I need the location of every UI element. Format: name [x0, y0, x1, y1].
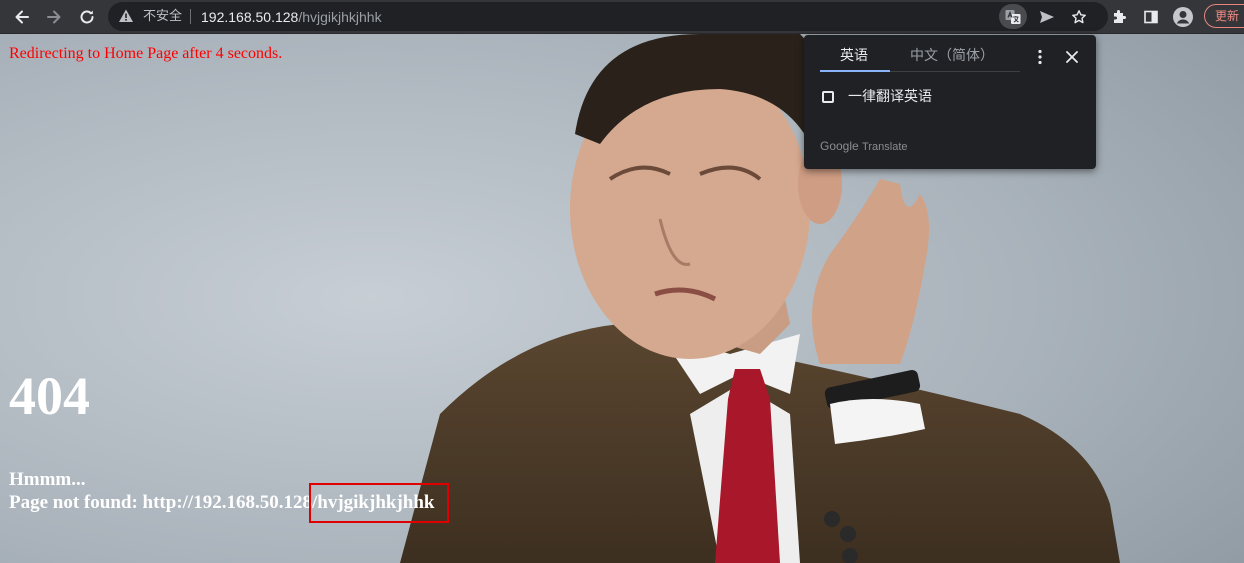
browser-toolbar: 不安全 192.168.50.128/hvjgikjhkjhhk 更新 — [0, 0, 1244, 34]
url-path: /hvjgikjhkjhhk — [298, 9, 382, 25]
google-translate-brand: Google Translate — [820, 139, 908, 154]
omnibox-separator — [190, 9, 191, 24]
update-button[interactable]: 更新 — [1204, 4, 1244, 28]
translate-popup: 英语 中文（简体） 一律翻译英语 Google Translate — [804, 35, 1096, 169]
reload-icon[interactable] — [74, 4, 100, 30]
more-options-icon[interactable] — [1032, 47, 1048, 67]
brand-google: Google — [820, 139, 859, 153]
extensions-icon[interactable] — [1106, 4, 1132, 30]
always-translate-label[interactable]: 一律翻译英语 — [848, 88, 932, 106]
hmmm-text: Hmmm... — [9, 469, 86, 490]
url-text[interactable]: 192.168.50.128/hvjgikjhkjhhk — [201, 9, 382, 25]
profile-icon[interactable] — [1170, 4, 1196, 30]
side-panel-icon[interactable] — [1138, 4, 1164, 30]
send-icon[interactable] — [1037, 7, 1057, 27]
not-found-prefix: Page not found: http://192.168.50.128/ — [9, 492, 318, 513]
close-icon[interactable] — [1062, 47, 1082, 67]
translate-icon[interactable] — [999, 4, 1027, 29]
tab-chinese-simplified[interactable]: 中文（简体） — [910, 47, 994, 65]
redirect-message: Redirecting to Home Page after 4 seconds… — [9, 45, 283, 62]
error-code-heading: 404 — [9, 366, 90, 426]
always-translate-checkbox[interactable] — [822, 91, 834, 103]
security-label[interactable]: 不安全 — [143, 9, 182, 24]
tab-english[interactable]: 英语 — [840, 47, 868, 65]
warning-icon[interactable] — [118, 8, 134, 24]
active-tab-indicator — [820, 70, 890, 72]
back-icon[interactable] — [9, 4, 35, 30]
url-host: 192.168.50.128 — [201, 9, 299, 25]
annotation-highlight-box — [309, 483, 449, 523]
forward-icon[interactable] — [41, 4, 67, 30]
address-bar[interactable]: 不安全 192.168.50.128/hvjgikjhkjhhk — [108, 2, 1108, 31]
brand-translate: Translate — [862, 141, 908, 153]
star-icon[interactable] — [1069, 7, 1089, 27]
